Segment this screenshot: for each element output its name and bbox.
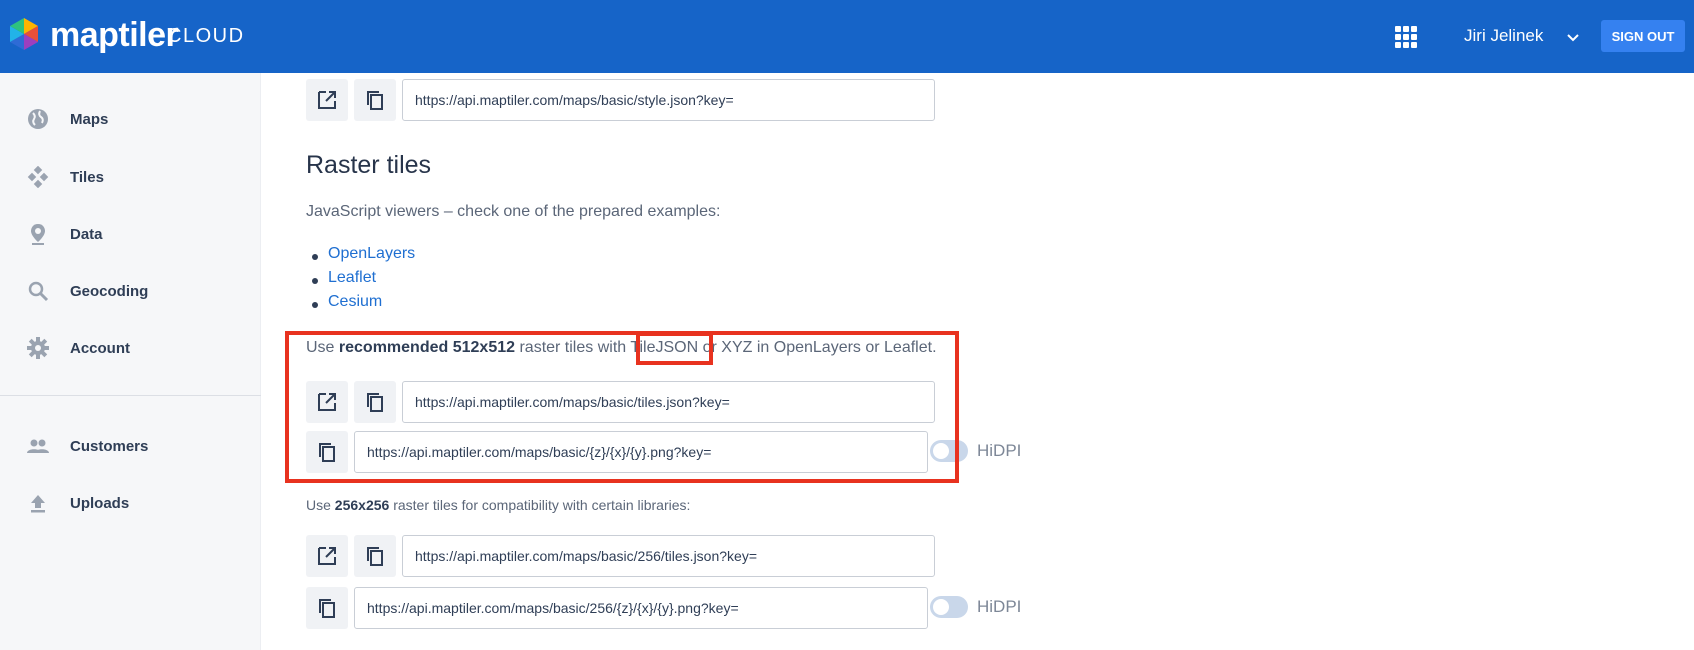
- main-content: Raster tiles JavaScript viewers – check …: [261, 73, 1694, 650]
- apps-grid-icon[interactable]: [1395, 26, 1417, 48]
- highlight-box: [285, 331, 959, 483]
- example-link-cesium[interactable]: Cesium: [328, 293, 382, 310]
- tilejson-highlight-box: [636, 332, 713, 365]
- globe-icon: [26, 107, 50, 131]
- hidpi-label: HiDPI: [977, 441, 1022, 460]
- raster-tiles-heading: Raster tiles: [306, 151, 432, 179]
- sidebar-item-label: Tiles: [70, 168, 104, 186]
- copy-style-button[interactable]: [354, 79, 396, 121]
- upload-icon: [26, 491, 50, 515]
- people-icon: [26, 434, 50, 458]
- examples-list: OpenLayers Leaflet Cesium: [306, 245, 415, 317]
- brand-cloud: CLOUD: [167, 25, 245, 47]
- list-item: Cesium: [306, 293, 415, 317]
- brand-name: maptiler: [50, 16, 179, 54]
- copy-xyz-256-button[interactable]: [306, 587, 348, 629]
- sidebar-item-label: Maps: [70, 110, 109, 128]
- sidebar-item-uploads[interactable]: Uploads: [0, 483, 261, 523]
- external-link-icon: [318, 91, 336, 109]
- sidebar-item-account[interactable]: Account: [0, 328, 261, 368]
- compat-text: Use 256x256 raster tiles for compatibili…: [306, 497, 691, 513]
- copy-icon: [367, 547, 383, 566]
- copy-icon: [367, 91, 383, 110]
- sidebar-item-label: Customers: [70, 437, 149, 455]
- sidebar-item-label: Uploads: [70, 494, 130, 512]
- example-link-leaflet[interactable]: Leaflet: [328, 269, 376, 286]
- pin-icon: [26, 222, 50, 246]
- chevron-down-icon[interactable]: [1564, 28, 1582, 46]
- copy-tilejson-256-button[interactable]: [354, 535, 396, 577]
- top-bar: maptiler CLOUD Jiri Jelinek SIGN OUT: [0, 0, 1694, 73]
- viewers-text: JavaScript viewers – check one of the pr…: [306, 203, 721, 220]
- tilejson-256-url-field[interactable]: [402, 535, 935, 577]
- sidebar-item-data[interactable]: Data: [0, 214, 261, 254]
- hidpi-256-toggle[interactable]: [930, 596, 968, 618]
- sidebar: Maps Tiles Data Geocoding Account Custom…: [0, 73, 261, 650]
- sidebar-item-customers[interactable]: Customers: [0, 426, 261, 466]
- search-icon: [26, 279, 50, 303]
- open-tilejson-256-button[interactable]: [306, 535, 348, 577]
- sidebar-divider: [0, 395, 261, 396]
- example-link-openlayers[interactable]: OpenLayers: [328, 245, 415, 262]
- xyz-256-url-field[interactable]: [354, 587, 928, 629]
- copy-icon: [319, 599, 335, 618]
- sidebar-item-label: Data: [70, 225, 103, 243]
- gear-icon: [26, 336, 50, 360]
- sidebar-item-label: Geocoding: [70, 282, 149, 300]
- sign-out-button[interactable]: SIGN OUT: [1601, 20, 1685, 52]
- sidebar-item-tiles[interactable]: Tiles: [0, 157, 261, 197]
- tiles-icon: [26, 165, 50, 189]
- list-item: Leaflet: [306, 269, 415, 293]
- style-url-field[interactable]: [402, 79, 935, 121]
- external-link-icon: [318, 547, 336, 565]
- hidpi-256-label: HiDPI: [977, 597, 1022, 616]
- user-name[interactable]: Jiri Jelinek: [1464, 26, 1543, 46]
- maptiler-logo-icon: [10, 18, 38, 50]
- sidebar-item-label: Account: [70, 339, 130, 357]
- list-item: OpenLayers: [306, 245, 415, 269]
- sidebar-item-geocoding[interactable]: Geocoding: [0, 271, 261, 311]
- sidebar-item-maps[interactable]: Maps: [0, 99, 261, 139]
- open-style-button[interactable]: [306, 79, 348, 121]
